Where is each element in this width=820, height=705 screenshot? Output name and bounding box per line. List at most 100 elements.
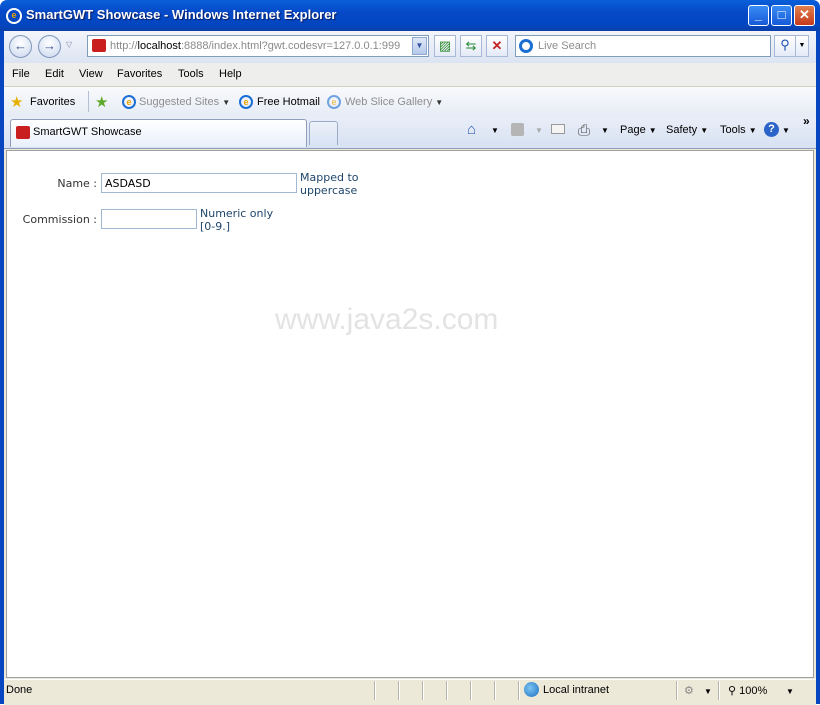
local-intranet-globe-icon	[524, 682, 539, 697]
recent-pages-dropdown-icon[interactable]: ▽	[66, 40, 72, 49]
watermark: www.java2s.com	[275, 303, 499, 336]
stop-button[interactable]: ✕	[486, 35, 508, 57]
search-placeholder: Live Search	[538, 40, 597, 52]
chevron-down-icon: ▼	[648, 126, 657, 135]
suggested-sites-link[interactable]: Suggested Sites ▼	[139, 96, 230, 108]
name-hint-line2: uppercase	[300, 184, 358, 197]
compatibility-view-button[interactable]: ▨	[434, 35, 456, 57]
protected-mode-icon[interactable]: ⚙	[684, 684, 694, 697]
magnifier-icon: ⚲	[780, 37, 790, 52]
web-slice-gallery-link[interactable]: Web Slice Gallery ▼	[345, 96, 443, 108]
zoom-value: 100%	[739, 685, 768, 697]
commission-input[interactable]	[101, 209, 197, 229]
maximize-icon: □	[777, 7, 786, 22]
status-divider	[398, 681, 399, 700]
web-slice-gallery-label: Web Slice Gallery	[345, 96, 433, 108]
address-dropdown-button[interactable]: ▼	[412, 37, 427, 55]
page-menu-label: Page	[620, 124, 646, 136]
close-button[interactable]: ✕	[794, 5, 815, 26]
protected-mode-dropdown-icon[interactable]: ▼	[704, 687, 712, 696]
status-divider	[446, 681, 447, 700]
home-icon[interactable]: ⌂	[467, 121, 476, 138]
toolbar-overflow-button[interactable]: »	[803, 114, 810, 128]
search-box[interactable]: Live Search	[515, 35, 771, 57]
safety-menu[interactable]: Safety ▼	[666, 124, 708, 136]
frame-border-right	[816, 31, 820, 704]
menu-help[interactable]: Help	[219, 68, 242, 80]
forward-arrow-icon: →	[43, 38, 56, 53]
refresh-button[interactable]: ⇆	[460, 35, 482, 57]
favorites-button[interactable]: Favorites	[30, 96, 75, 108]
address-rest: :8888/index.html?gwt.codesvr=127.0.0.1:9…	[180, 40, 401, 52]
address-host: localhost	[137, 40, 181, 52]
window-title: SmartGWT Showcase - Windows Internet Exp…	[26, 7, 337, 22]
live-search-logo-icon	[519, 39, 533, 53]
page-menu[interactable]: Page ▼	[620, 124, 657, 136]
commission-hint-line1: Numeric only	[200, 207, 274, 220]
menu-edit[interactable]: Edit	[45, 68, 64, 80]
page-content	[6, 150, 814, 678]
security-zone[interactable]: Local intranet	[543, 684, 609, 696]
stop-icon: ✕	[491, 38, 503, 53]
add-to-favorites-icon[interactable]: ★	[95, 93, 108, 111]
compatibility-icon: ▨	[438, 38, 452, 53]
maximize-button[interactable]: □	[771, 5, 792, 26]
help-icon[interactable]: ?	[764, 122, 779, 137]
back-arrow-icon: ←	[14, 38, 27, 53]
menu-favorites[interactable]: Favorites	[117, 68, 162, 80]
forward-button[interactable]: →	[38, 35, 61, 58]
free-hotmail-icon: e	[239, 95, 253, 109]
feeds-dropdown-icon[interactable]: ▼	[535, 126, 543, 135]
zoom-magnifier-icon: ⚲	[728, 685, 737, 697]
zoom-level[interactable]: ⚲ 100%	[728, 684, 767, 697]
search-options-button[interactable]: ▼	[796, 35, 809, 57]
tab-smartgwt-showcase[interactable]: SmartGWT Showcase	[10, 119, 307, 147]
ie-logo-icon: e	[6, 8, 22, 24]
web-slice-gallery-icon: e	[327, 95, 341, 109]
chevron-down-icon: ▼	[700, 126, 709, 135]
minimize-icon: _	[754, 7, 763, 22]
page-favicon-icon	[92, 39, 106, 52]
print-dropdown-icon[interactable]: ▼	[601, 126, 609, 135]
search-button[interactable]: ⚲	[774, 35, 796, 57]
name-label: Name :	[57, 177, 97, 190]
help-dropdown-icon[interactable]: ▼	[782, 126, 790, 135]
chevron-down-icon: ▼	[435, 98, 444, 107]
menu-file[interactable]: File	[12, 68, 30, 80]
home-dropdown-icon[interactable]: ▼	[491, 126, 499, 135]
commission-label: Commission :	[22, 213, 97, 226]
minimize-button[interactable]: _	[748, 5, 769, 26]
refresh-icon: ⇆	[465, 38, 477, 53]
address-bar[interactable]: http://localhost:8888/index.html?gwt.cod…	[87, 35, 429, 57]
free-hotmail-link[interactable]: Free Hotmail	[257, 96, 320, 108]
menu-view[interactable]: View	[79, 68, 103, 80]
status-divider	[718, 681, 719, 700]
back-button[interactable]: ←	[9, 35, 32, 58]
menu-tools[interactable]: Tools	[178, 68, 204, 80]
new-tab-button[interactable]	[309, 121, 338, 145]
read-mail-icon[interactable]	[551, 124, 565, 134]
status-bar	[4, 679, 816, 705]
status-divider	[470, 681, 471, 700]
commission-hint-line2: [0-9.]	[200, 220, 231, 233]
status-text: Done	[6, 684, 33, 696]
suggested-sites-icon: e	[122, 95, 136, 109]
name-hint-line1: Mapped to	[300, 171, 359, 184]
address-prefix: http://	[110, 40, 138, 52]
feeds-icon[interactable]	[511, 123, 524, 136]
address-text[interactable]: http://localhost:8888/index.html?gwt.cod…	[110, 40, 400, 52]
print-icon[interactable]: ⎙	[578, 122, 590, 139]
name-input[interactable]	[101, 173, 297, 193]
tools-menu[interactable]: Tools ▼	[720, 124, 757, 136]
chevron-down-icon: ▼	[222, 98, 231, 107]
tab-title: SmartGWT Showcase	[33, 126, 142, 138]
status-divider	[676, 681, 677, 700]
status-divider	[422, 681, 423, 700]
tools-menu-label: Tools	[720, 124, 746, 136]
status-divider	[374, 681, 375, 700]
zoom-dropdown-icon[interactable]: ▼	[786, 687, 794, 696]
commission-hint: Numeric only [0-9.]	[200, 207, 273, 233]
status-divider	[494, 681, 495, 700]
favorites-star-icon: ★	[10, 94, 24, 111]
close-icon: ✕	[799, 7, 810, 22]
